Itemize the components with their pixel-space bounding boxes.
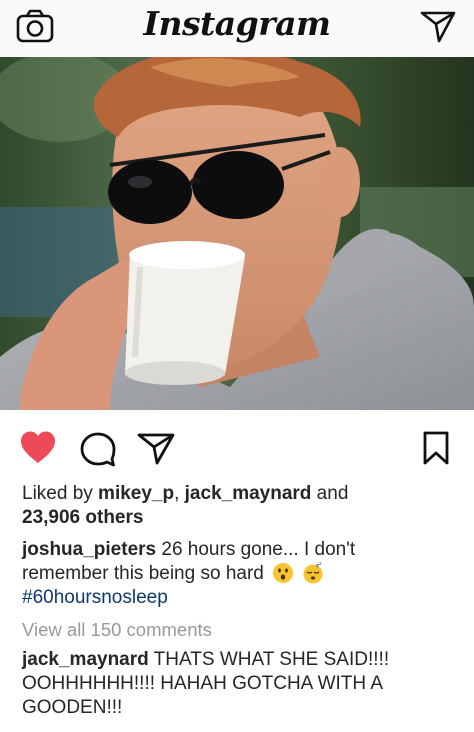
comment-text: OOHHHHHH!!!! HAHAH GOTCHA WITH A [22, 673, 384, 694]
top-bar: Instagram [0, 0, 474, 58]
caption-text: 26 hours gone... I don't [156, 539, 356, 560]
liker-username[interactable]: mikey_p [98, 483, 174, 504]
post-image[interactable] [0, 57, 474, 410]
comment-text: THATS WHAT SHE SAID!!!! [148, 649, 390, 670]
sleeping-face-emoji: z z [303, 562, 323, 584]
caption: joshua_pieters 26 hours gone... I don't … [22, 538, 462, 610]
likes-prefix: Liked by [22, 483, 99, 504]
likes-separator: , [174, 483, 185, 504]
svg-text:z: z [319, 562, 322, 566]
post-text: Liked by mikey_p, jack_maynard and 23,90… [22, 482, 462, 720]
direct-message-icon[interactable] [420, 10, 456, 44]
share-icon[interactable] [136, 428, 176, 468]
comment-text: GOODEN!!! [22, 697, 123, 718]
app-logo: Instagram [143, 4, 331, 43]
hushed-face-emoji [273, 563, 294, 583]
comment: jack_maynard THATS WHAT SHE SAID!!!! OOH… [22, 648, 462, 720]
liker-username[interactable]: jack_maynard [185, 483, 312, 504]
comment-username[interactable]: jack_maynard [22, 649, 149, 670]
caption-text: remember this being so hard [22, 563, 264, 584]
caption-username[interactable]: joshua_pieters [22, 539, 156, 560]
likes-and: and [311, 483, 349, 504]
post-photo-illustration [0, 57, 474, 410]
comment-icon[interactable] [78, 428, 118, 468]
heart-filled-icon[interactable] [18, 428, 58, 468]
view-all-comments-link[interactable]: View all 150 comments [22, 618, 462, 642]
post-actions-bar [0, 410, 474, 480]
likes-summary[interactable]: Liked by mikey_p, jack_maynard and 23,90… [22, 482, 462, 530]
hashtag-link[interactable]: #60hoursnosleep [22, 586, 462, 610]
likes-count[interactable]: 23,906 others [22, 506, 462, 530]
bookmark-icon[interactable] [420, 428, 452, 468]
